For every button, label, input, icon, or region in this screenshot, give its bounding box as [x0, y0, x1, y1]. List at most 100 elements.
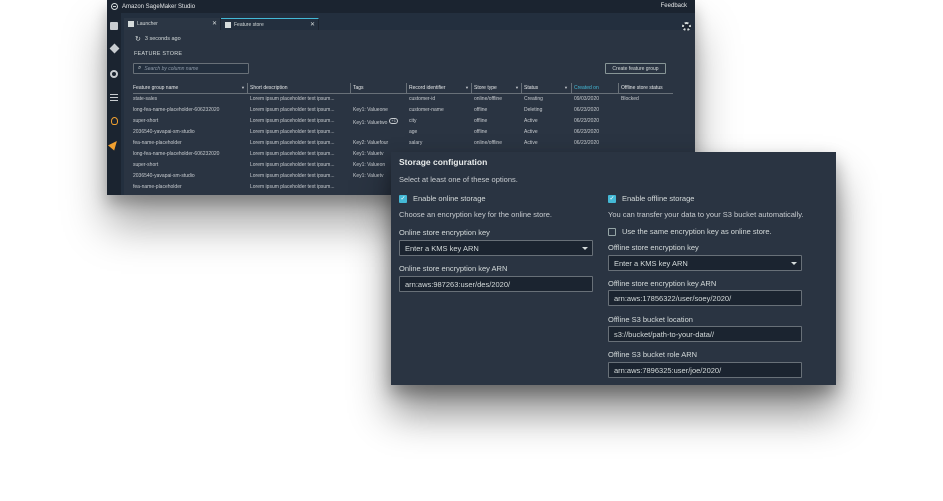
sagemaker-logo-icon	[111, 3, 118, 10]
folder-icon[interactable]	[110, 22, 118, 30]
select-value: Enter a KMS key ARN	[405, 243, 479, 253]
enable-offline-storage-checkbox[interactable]: ✓ Enable offline storage	[608, 194, 694, 203]
online-arn-input[interactable]: arn:aws:987263:user/des/2020/	[399, 276, 593, 292]
tab-launcher[interactable]: Launcher ✕	[124, 18, 221, 30]
offline-arn-label: Offline store encryption key ARN	[608, 279, 717, 288]
column-divider	[247, 83, 248, 94]
cell-name[interactable]: 2036540-yavapai-sm-studio	[133, 173, 245, 179]
column-header[interactable]: Status	[524, 85, 568, 91]
close-icon[interactable]: ✕	[310, 21, 315, 28]
column-header[interactable]: Short description	[250, 85, 347, 91]
refresh-icon[interactable]: ↻	[135, 35, 141, 43]
cell-store-type: offline	[474, 129, 488, 135]
enable-online-storage-checkbox[interactable]: ✓ Enable online storage	[399, 194, 486, 203]
cell-description: Lorem ipsum placeholder text ipsum...	[250, 118, 335, 124]
table-row[interactable]: super-short Lorem ipsum placeholder text…	[133, 116, 673, 127]
select-value: Enter a KMS key ARN	[614, 258, 688, 268]
cell-description: Lorem ipsum placeholder text ipsum...	[250, 129, 335, 135]
cell-store-type: online/offline	[474, 140, 502, 146]
list-icon[interactable]	[110, 94, 118, 101]
create-feature-group-button[interactable]: Create feature group	[605, 63, 666, 74]
bulb-icon[interactable]	[111, 117, 118, 125]
paper-plane-icon[interactable]	[108, 138, 120, 151]
cell-name[interactable]: long-fea-name-placeholder-606232020	[133, 107, 245, 113]
column-header[interactable]: Offline store status	[621, 85, 671, 91]
cell-record-id: city	[409, 118, 417, 124]
checkbox-unchecked-icon[interactable]	[608, 227, 616, 236]
cell-description: Lorem ipsum placeholder text ipsum...	[250, 162, 335, 168]
cell-name[interactable]: super-short	[133, 162, 245, 168]
tag-text: Key1: Valuetwo	[353, 120, 388, 126]
table-row[interactable]: fea-name-placeholder Lorem ipsum placeho…	[133, 138, 673, 149]
column-divider	[471, 83, 472, 94]
circle-stop-icon[interactable]	[110, 70, 118, 78]
cell-record-id: customer-name	[409, 107, 444, 113]
feature-store-icon	[225, 21, 231, 28]
sort-icon[interactable]: ▼	[564, 85, 568, 90]
cell-record-id: age	[409, 129, 418, 135]
tab-feature-store[interactable]: Feature store ✕	[221, 18, 319, 30]
column-divider	[521, 83, 522, 94]
table-row[interactable]: 2036540-yavapai-sm-studio Lorem ipsum pl…	[133, 127, 673, 138]
offline-bucket-input[interactable]: s3://bucket/path-to-your-data//	[608, 326, 802, 342]
cell-record-id: customer-id	[409, 96, 436, 102]
cell-status: Active	[524, 129, 538, 135]
offline-role-input[interactable]: arn:aws:7896325:user/joe/2020/	[608, 362, 802, 378]
cell-name[interactable]: super-short	[133, 118, 245, 124]
cell-store-type: offline	[474, 118, 488, 124]
more-tags-badge[interactable]: +1	[389, 118, 398, 124]
search-input[interactable]: ⌕ Search by column name	[133, 63, 249, 74]
table-header: Feature group name ▼ Short description T…	[133, 83, 673, 94]
online-key-label: Online store encryption key	[399, 228, 490, 237]
page-title: FEATURE STORE	[134, 51, 183, 57]
refresh-status[interactable]: ↻ 3 seconds ago	[135, 35, 181, 43]
online-arn-label: Online store encryption key ARN	[399, 264, 508, 273]
storage-configuration-panel: Storage configuration Select at least on…	[391, 152, 836, 385]
cell-status: Active	[524, 118, 538, 124]
column-header[interactable]: Feature group name	[133, 85, 245, 91]
column-header[interactable]: Store type	[474, 85, 519, 91]
column-header[interactable]: Record identifier	[409, 85, 469, 91]
cell-record-id: salary	[409, 140, 423, 146]
search-icon: ⌕	[138, 65, 142, 71]
column-divider	[406, 83, 407, 94]
sort-icon[interactable]: ▼	[515, 85, 519, 90]
column-divider	[618, 83, 619, 94]
cell-description: Lorem ipsum placeholder text ipsum...	[250, 151, 335, 157]
cell-description: Lorem ipsum placeholder text ipsum...	[250, 184, 335, 190]
cell-description: Lorem ipsum placeholder text ipsum...	[250, 96, 335, 102]
tab-bar: Launcher ✕ Feature store ✕	[124, 18, 319, 30]
tab-label: Launcher	[137, 21, 158, 27]
tab-label: Feature store	[234, 21, 264, 28]
close-icon[interactable]: ✕	[212, 20, 217, 27]
checkbox-label: Use the same encryption key as online st…	[622, 227, 772, 236]
offline-arn-input[interactable]: arn:aws:17856322/user/soey/2020/	[608, 290, 802, 306]
cell-name[interactable]: 2036540-yavapai-sm-studio	[133, 129, 245, 135]
table-row[interactable]: state-sales Lorem ipsum placeholder text…	[133, 94, 673, 105]
column-divider	[350, 83, 351, 94]
cell-name[interactable]: long-fea-name-placeholder-606232020	[133, 151, 245, 157]
online-key-select[interactable]: Enter a KMS key ARN	[399, 240, 593, 256]
column-header[interactable]: Created on	[574, 85, 618, 91]
sort-icon[interactable]: ▼	[241, 85, 245, 90]
column-header[interactable]: Tags	[353, 85, 405, 91]
cell-tags: Key1: Valuetwo +1	[353, 118, 405, 126]
checkbox-checked-icon[interactable]: ✓	[608, 194, 616, 203]
cell-description: Lorem ipsum placeholder text ipsum...	[250, 140, 335, 146]
online-help-text: Choose an encryption key for the online …	[399, 210, 553, 219]
sort-icon[interactable]: ▼	[465, 85, 469, 90]
cell-name[interactable]: fea-name-placeholder	[133, 184, 245, 190]
cell-name[interactable]: fea-name-placeholder	[133, 140, 245, 146]
cell-store-type: offline	[474, 107, 488, 113]
git-icon[interactable]	[109, 43, 120, 54]
same-key-checkbox[interactable]: Use the same encryption key as online st…	[608, 227, 772, 236]
left-icon-bar	[107, 13, 121, 195]
offline-key-select[interactable]: Enter a KMS key ARN	[608, 255, 802, 271]
cell-name[interactable]: state-sales	[133, 96, 245, 102]
checkbox-checked-icon[interactable]: ✓	[399, 194, 407, 203]
cell-tags: Key2: Valuefour	[353, 140, 389, 146]
gear-icon[interactable]	[682, 22, 691, 31]
cell-offline-status: Blocked	[621, 96, 639, 102]
feedback-link[interactable]: Feedback	[661, 3, 687, 9]
table-row[interactable]: long-fea-name-placeholder-606232020 Lore…	[133, 105, 673, 116]
